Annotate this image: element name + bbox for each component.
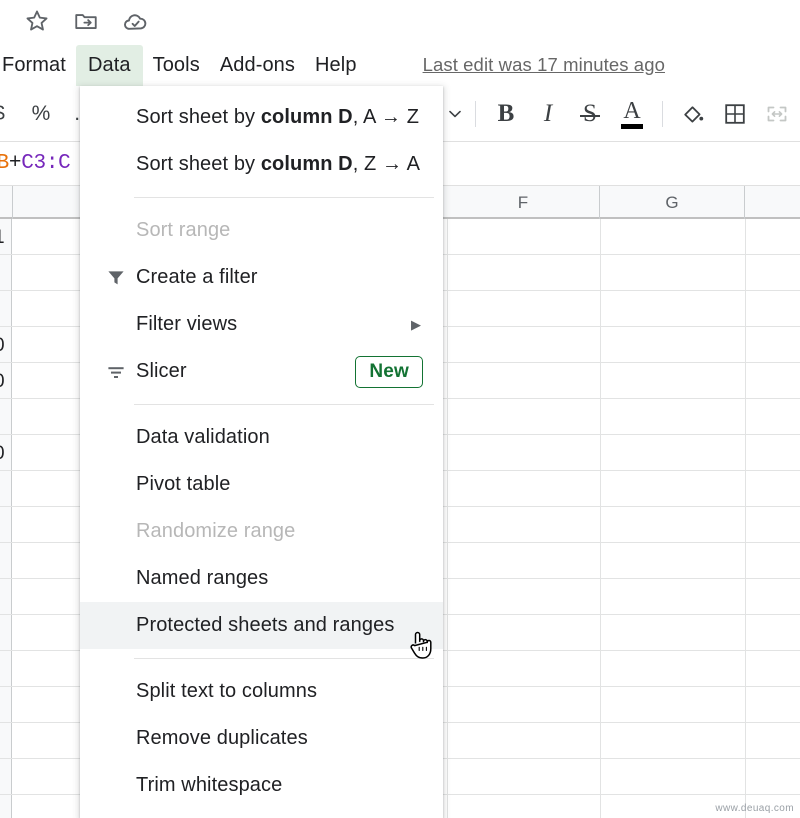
data-validation-label: Data validation — [136, 426, 270, 448]
document-actions — [22, 6, 150, 36]
menu-item-sort-range[interactable]: Sort range — [80, 207, 443, 254]
menu-item-protected-sheets-and-ranges[interactable]: Protected sheets and ranges — [80, 602, 443, 649]
sort-az-column: column D — [260, 106, 353, 128]
merge-cells-icon — [767, 106, 787, 122]
borders-grid-icon — [725, 104, 745, 124]
toolbar-divider-2 — [662, 101, 663, 127]
text-color-swatch — [621, 124, 643, 129]
submenu-arrow-icon: ▶ — [411, 317, 421, 332]
merge-cells-button[interactable] — [756, 93, 798, 135]
menu-format[interactable]: Format — [0, 48, 76, 83]
funnel-icon — [102, 264, 130, 292]
formula-range-2: C3:C — [21, 152, 71, 175]
menu-item-sort-sheet-za[interactable]: Sort sheet by column D, Z → A — [80, 141, 443, 188]
sort-za-prefix: Sort sheet by — [136, 153, 261, 175]
strike-line — [580, 114, 600, 117]
bold-button[interactable]: B — [485, 93, 527, 135]
site-watermark: www.deuaq.com — [715, 803, 794, 814]
protected-sheets-and-ranges-label: Protected sheets and ranges — [136, 614, 395, 636]
formula-operator: + — [8, 152, 22, 175]
cloud-saved-icon[interactable] — [120, 6, 150, 36]
strikethrough-glyph: S — [580, 100, 600, 128]
last-edit-link[interactable]: Last edit was 17 minutes ago — [423, 54, 665, 76]
menu-item-named-ranges[interactable]: Named ranges — [80, 555, 443, 602]
cell-value-clipped: 0 — [0, 371, 5, 393]
google-sheets-window: Format Data Tools Add-ons Help Last edit… — [0, 0, 800, 818]
percent-glyph: % — [31, 102, 51, 125]
menu-separator-2 — [134, 404, 434, 405]
menu-item-data-validation[interactable]: Data validation — [80, 414, 443, 461]
menu-data[interactable]: Data — [75, 44, 143, 88]
italic-glyph: I — [543, 100, 553, 127]
create-a-filter-label: Create a filter — [136, 266, 258, 288]
document-icon-bar — [0, 0, 800, 44]
menu-tools[interactable]: Tools — [143, 48, 210, 83]
menu-item-slicer[interactable]: Slicer New — [80, 348, 443, 395]
currency-glyph: $ — [0, 102, 5, 126]
slicer-label: Slicer — [136, 360, 187, 382]
fill-color-button[interactable] — [672, 93, 714, 135]
pivot-table-label: Pivot table — [136, 473, 231, 495]
randomize-range-label: Randomize range — [136, 520, 296, 542]
percent-format-button[interactable]: % — [20, 93, 62, 135]
menu-item-trim-whitespace[interactable]: Trim whitespace — [80, 762, 443, 809]
sort-range-label: Sort range — [136, 219, 231, 241]
menu-help[interactable]: Help — [305, 48, 367, 83]
column-divider — [600, 219, 601, 818]
corner-cell[interactable] — [0, 186, 13, 219]
borders-button[interactable] — [714, 93, 756, 135]
bold-glyph: B — [497, 100, 515, 127]
toolbar-divider — [475, 101, 476, 127]
text-color-icon: A — [621, 99, 643, 129]
formula-content: B:B+C3:C — [0, 152, 71, 175]
menu-add-ons[interactable]: Add-ons — [210, 48, 305, 83]
paint-bucket-icon — [684, 106, 704, 123]
menu-separator — [134, 197, 434, 198]
new-badge: New — [355, 355, 423, 388]
menu-bar: Format Data Tools Add-ons Help Last edit… — [0, 44, 800, 88]
sort-sheet-az-label: Sort sheet by column D, A → Z — [136, 106, 419, 129]
italic-button[interactable]: I — [527, 93, 569, 135]
sort-za-suffix: , Z → A — [352, 153, 421, 175]
strikethrough-letter: S — [583, 100, 597, 127]
menu-item-pivot-table[interactable]: Pivot table — [80, 461, 443, 508]
currency-format-button[interactable]: $ — [0, 93, 20, 135]
column-header-h[interactable] — [745, 186, 800, 219]
text-color-button[interactable]: A — [611, 93, 653, 135]
sort-sheet-za-label: Sort sheet by column D, Z → A — [136, 153, 420, 176]
menu-item-sort-sheet-az[interactable]: Sort sheet by column D, A → Z — [80, 94, 443, 141]
strikethrough-button[interactable]: S — [569, 93, 611, 135]
cell-value-clipped: 0 — [0, 443, 5, 465]
toolbar-right-group: B I S A — [444, 86, 800, 142]
menu-item-split-text-to-columns[interactable]: Split text to columns — [80, 668, 443, 715]
split-text-to-columns-label: Split text to columns — [136, 680, 318, 702]
named-ranges-label: Named ranges — [136, 567, 269, 589]
trim-whitespace-label: Trim whitespace — [136, 774, 283, 796]
filter-views-label: Filter views — [136, 313, 238, 335]
remove-duplicates-label: Remove duplicates — [136, 727, 308, 749]
menu-item-remove-duplicates[interactable]: Remove duplicates — [80, 715, 443, 762]
sort-za-column: column D — [260, 153, 353, 175]
column-header-g[interactable]: G — [600, 186, 745, 219]
slicer-icon — [102, 358, 130, 386]
menu-item-randomize-range[interactable]: Randomize range — [80, 508, 443, 555]
text-color-letter: A — [623, 98, 641, 124]
menu-separator-3 — [134, 658, 434, 659]
star-icon[interactable] — [22, 6, 52, 36]
move-to-folder-icon[interactable] — [71, 6, 101, 36]
chevron-down-icon[interactable] — [444, 93, 466, 135]
sort-az-prefix: Sort sheet by — [136, 106, 261, 128]
cell-value-clipped: 0 — [0, 335, 5, 357]
cell-value-clipped: 1 — [0, 227, 5, 249]
sort-az-suffix: , A → Z — [352, 106, 420, 128]
data-menu-dropdown[interactable]: Sort sheet by column D, A → Z Sort sheet… — [80, 86, 443, 818]
column-divider — [745, 219, 746, 818]
column-header-f[interactable]: F — [447, 186, 600, 219]
menu-item-filter-views[interactable]: Filter views ▶ — [80, 301, 443, 348]
menu-item-create-a-filter[interactable]: Create a filter — [80, 254, 443, 301]
column-divider — [447, 219, 448, 818]
formula-range-1: B:B — [0, 152, 9, 175]
